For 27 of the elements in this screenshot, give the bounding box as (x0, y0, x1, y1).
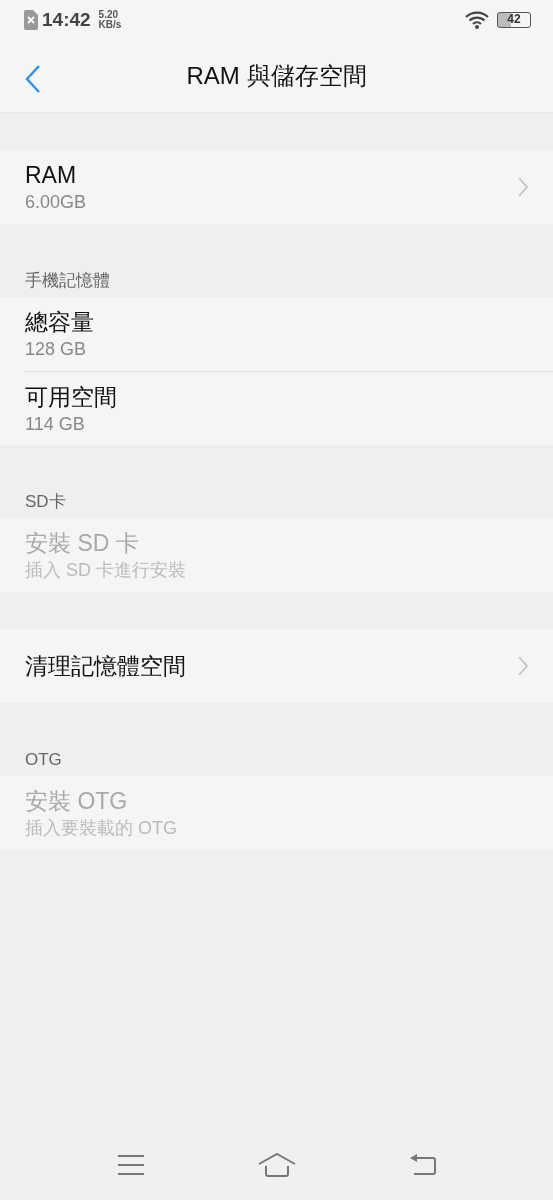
row-subtitle: 6.00GB (25, 191, 87, 214)
row-subtitle: 128 GB (25, 338, 88, 361)
row-title: 可用空間 (25, 382, 117, 412)
back-nav-icon[interactable] (408, 1154, 437, 1176)
row-title: 安裝 SD 卡 (25, 529, 140, 558)
chevron-icon (518, 177, 528, 197)
row-title: 總容量 (25, 308, 94, 337)
clock-time: 14:42 (42, 7, 91, 32)
chevron-icon (518, 656, 528, 676)
menu-icon[interactable] (116, 1154, 145, 1176)
network-speed: 5.20 (98, 10, 120, 20)
row-title: 安裝 OTG (25, 787, 129, 816)
home-icon[interactable] (257, 1153, 296, 1177)
row-title: 清理記憶體空間 (25, 652, 186, 681)
speed-unit: KB/s (98, 20, 122, 30)
row-title: RAM (25, 161, 78, 190)
section-header: OTG (25, 749, 62, 771)
section-header: SD卡 (25, 491, 66, 513)
no-sim-icon (24, 10, 38, 30)
row-subtitle: 插入要裝載的 OTG (25, 817, 177, 840)
section-header: 手機記憶體 (25, 270, 110, 292)
page-title: RAM 與儲存空間 (186, 61, 367, 91)
battery-indicator: 42 (497, 12, 531, 28)
wifi-icon (465, 11, 489, 29)
back-button[interactable] (24, 64, 42, 94)
row-subtitle: 插入 SD 卡進行安裝 (25, 559, 186, 582)
row-subtitle: 114 GB (25, 412, 86, 436)
